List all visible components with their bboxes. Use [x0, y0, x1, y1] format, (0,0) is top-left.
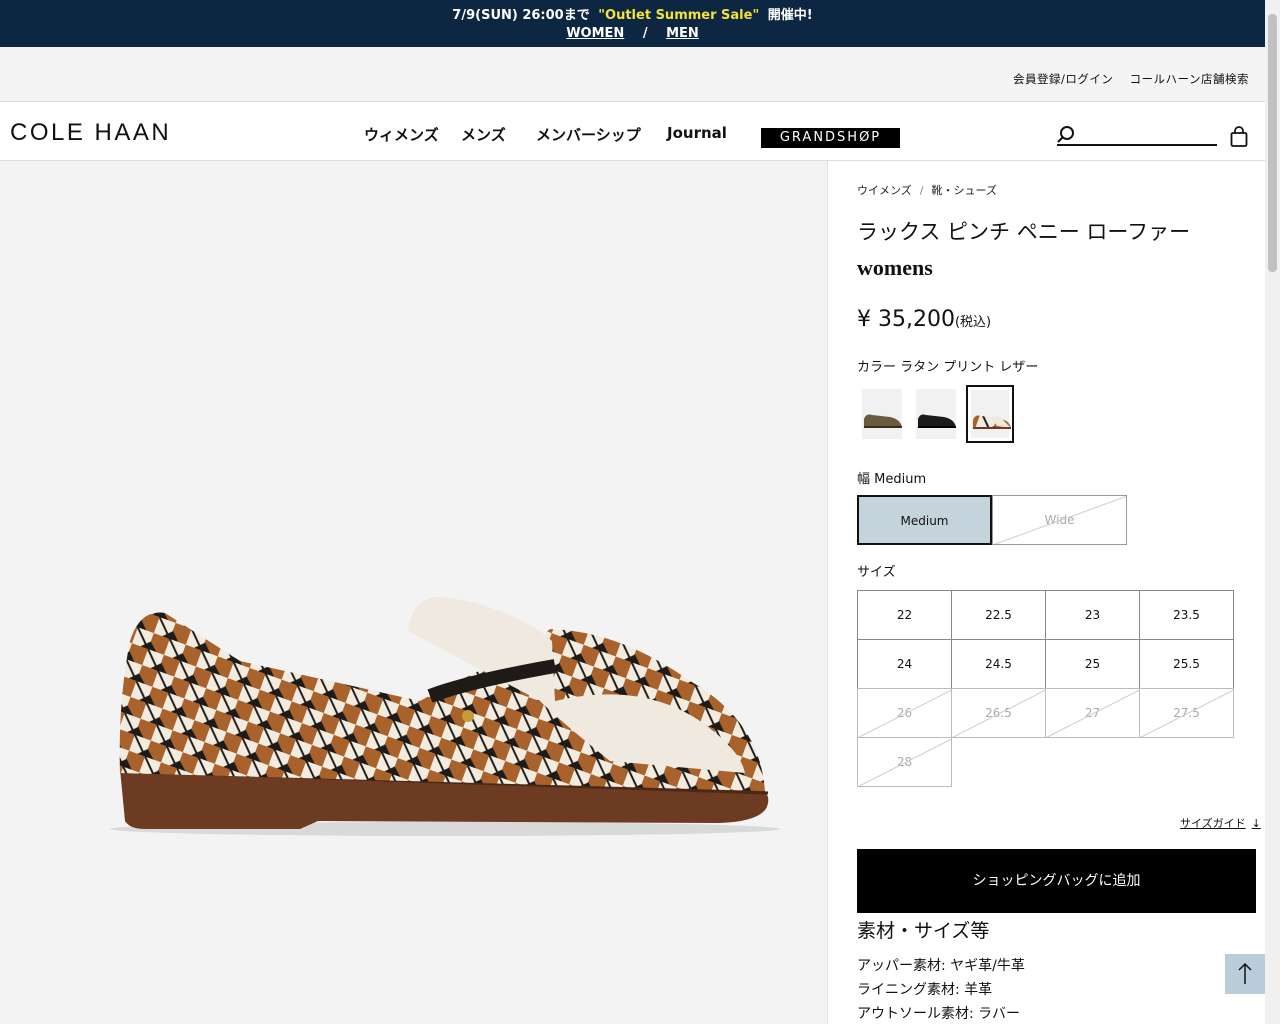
promo-headline: 7/9(SUN) 26:00まで "Outlet Summer Sale" 開催…: [0, 4, 1265, 23]
search-icon[interactable]: [1057, 126, 1075, 144]
swatch-image: [864, 414, 902, 428]
color-swatch-rattan[interactable]: [966, 385, 1014, 443]
promo-status: 開催中!: [767, 8, 813, 23]
size-option-sold-out[interactable]: 28: [857, 737, 952, 787]
arrow-up-icon: [1238, 962, 1252, 984]
promo-men-link[interactable]: MEN: [666, 26, 699, 41]
nav-membership[interactable]: メンバーシップ: [536, 124, 641, 145]
account-link[interactable]: 会員登録/ログイン: [1013, 72, 1113, 86]
size-option[interactable]: 25: [1045, 639, 1140, 689]
width-medium-button[interactable]: Medium: [857, 495, 992, 545]
search-input[interactable]: [1081, 124, 1211, 142]
price-value: ¥ 35,200: [857, 307, 955, 332]
store-locator-link[interactable]: コールハーン店舗検索: [1130, 72, 1249, 86]
swatch-image: [973, 415, 1011, 429]
promo-women-link[interactable]: WOMEN: [566, 26, 624, 41]
size-option[interactable]: 24.5: [951, 639, 1046, 689]
size-option-sold-out[interactable]: 26.5: [951, 688, 1046, 738]
brand-logo[interactable]: COLE HAAN: [10, 119, 171, 147]
add-to-bag-button[interactable]: ショッピングバッグに追加: [857, 849, 1256, 913]
scrollbar-thumb[interactable]: [1268, 14, 1277, 272]
size-option[interactable]: 23: [1045, 590, 1140, 640]
promo-links: WOMEN / MEN: [0, 26, 1265, 41]
page-scrollbar[interactable]: [1265, 0, 1280, 1024]
nav-mens[interactable]: メンズ: [461, 124, 506, 145]
product-image-area: [0, 161, 827, 1024]
size-option-sold-out[interactable]: 27.5: [1139, 688, 1234, 738]
product-detail-panel: ウイメンズ / 靴・シューズ ラックス ピンチ ペニー ローファー womens ¥…: [827, 161, 1265, 1024]
spec-upper: アッパー素材: ヤギ革/牛革: [857, 958, 1025, 974]
product-price: ¥ 35,200(税込): [857, 307, 991, 332]
shopping-bag-icon[interactable]: [1230, 126, 1248, 148]
promo-date: 7/9(SUN) 26:00まで: [452, 8, 590, 23]
width-label: 幅 Medium: [857, 472, 927, 487]
promo-separator: /: [642, 26, 648, 41]
size-option[interactable]: 23.5: [1139, 590, 1234, 640]
size-guide-link[interactable]: サイズガイド ↓: [1180, 815, 1261, 831]
color-swatch-black[interactable]: [912, 385, 960, 443]
size-option[interactable]: 25.5: [1139, 639, 1234, 689]
promo-banner: 7/9(SUN) 26:00まで "Outlet Summer Sale" 開催…: [0, 0, 1265, 47]
promo-sale-name: "Outlet Summer Sale": [598, 8, 760, 23]
spec-outsole: アウトソール素材: ラバー: [857, 1006, 1021, 1022]
product-subtitle: womens: [857, 255, 933, 280]
grandshop-button[interactable]: GRANDSHØP: [761, 128, 900, 148]
utility-bar: 会員登録/ログイン コールハーン店舗検索: [0, 47, 1265, 102]
breadcrumb-womens[interactable]: ウイメンズ: [857, 184, 912, 197]
size-option-sold-out[interactable]: 26: [857, 688, 952, 738]
shoe-ornament: [462, 710, 474, 722]
swatch-image: [918, 414, 956, 428]
tax-note: (税込): [954, 315, 992, 330]
size-option[interactable]: 22.5: [951, 590, 1046, 640]
nav-journal[interactable]: Journal: [667, 124, 727, 142]
size-option[interactable]: 24: [857, 639, 952, 689]
breadcrumb-shoes[interactable]: 靴・シューズ: [932, 184, 997, 197]
spec-title: 素材・サイズ等: [857, 920, 990, 942]
size-label: サイズ: [857, 565, 896, 580]
arrow-down-icon: ↓: [1251, 817, 1261, 830]
nav-womens[interactable]: ウィメンズ: [364, 124, 439, 145]
color-swatch-olive[interactable]: [858, 385, 906, 443]
color-label: カラー ラタン プリント レザー: [857, 360, 1039, 375]
back-to-top-button[interactable]: [1225, 954, 1265, 994]
search-box: [1057, 124, 1217, 146]
site-header: COLE HAAN ウィメンズ メンズ メンバーシップ Journal GRAN…: [0, 102, 1265, 161]
width-wide-button[interactable]: Wide: [992, 495, 1127, 545]
size-option-sold-out[interactable]: 27: [1045, 688, 1140, 738]
product-image[interactable]: [0, 161, 827, 1024]
breadcrumb-separator: /: [919, 184, 924, 197]
size-grid: 22 22.5 23 23.5 24 24.5 25 25.5 26 26.5 …: [857, 590, 1234, 787]
size-guide-label: サイズガイド: [1180, 817, 1246, 830]
size-option[interactable]: 22: [857, 590, 952, 640]
product-title: ラックス ピンチ ペニー ローファー: [857, 220, 1191, 244]
breadcrumb: ウイメンズ / 靴・シューズ: [857, 182, 997, 198]
spec-lining: ライニング素材: 羊革: [857, 982, 993, 998]
